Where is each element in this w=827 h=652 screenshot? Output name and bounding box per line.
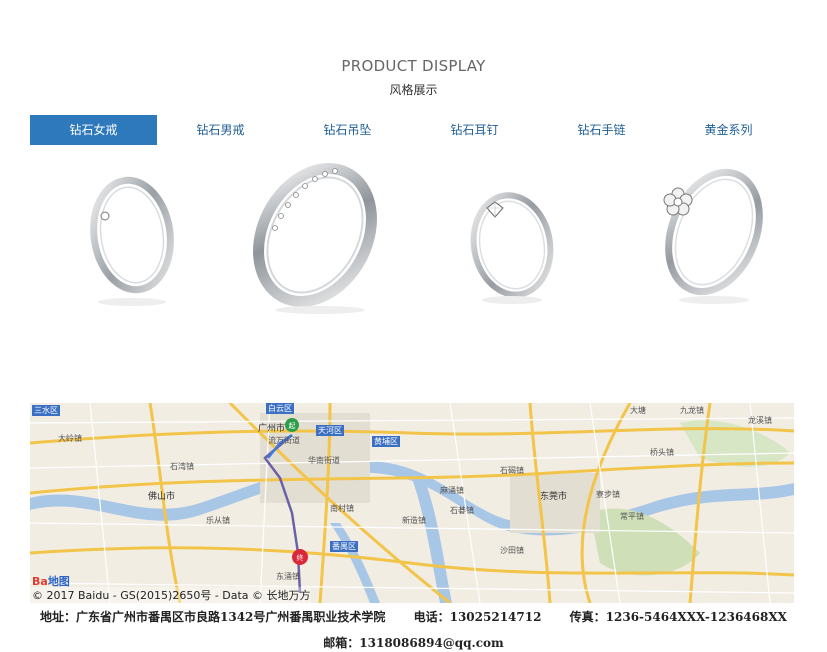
map-label: 沙田镇 bbox=[500, 546, 524, 555]
tab-gold-series[interactable]: 黄金系列 bbox=[665, 115, 792, 145]
product-card[interactable] bbox=[642, 150, 782, 325]
flower-ring-icon bbox=[663, 168, 763, 304]
map-label: 龙溪镇 bbox=[748, 416, 772, 425]
tab-diamond-earring[interactable]: 钻石耳钉 bbox=[411, 115, 538, 145]
address-text: 地址：广东省广州市番禺区市良路1342号广州番禺职业技术学院 bbox=[40, 610, 386, 624]
map-label: 东莞市 bbox=[540, 492, 568, 502]
map-label: 石碁镇 bbox=[450, 506, 474, 515]
product-card[interactable] bbox=[70, 150, 220, 325]
product-card[interactable] bbox=[245, 150, 395, 325]
map-label: 东涌镇 bbox=[276, 572, 300, 581]
map-label: 石湾镇 bbox=[170, 462, 194, 471]
diamond-ring-icon bbox=[90, 176, 174, 306]
product-gallery bbox=[30, 150, 794, 325]
map-label: 佛山市 bbox=[148, 492, 176, 502]
tab-diamond-bracelet[interactable]: 钻石手链 bbox=[538, 115, 665, 145]
map-label: 寮步镇 bbox=[596, 490, 620, 499]
map-label: 新造镇 bbox=[402, 516, 426, 525]
map-label: 乐从镇 bbox=[206, 516, 230, 525]
map-label: 九龙镇 bbox=[680, 406, 704, 415]
pave-band-ring-icon bbox=[253, 163, 377, 314]
svg-text:终: 终 bbox=[297, 553, 304, 562]
category-tabs: 钻石女戒 钻石男戒 钻石吊坠 钻石耳钉 钻石手链 黄金系列 bbox=[30, 115, 794, 145]
map-label: 番禺区 bbox=[330, 541, 358, 552]
map-label: 黄埔区 bbox=[372, 436, 400, 447]
map-label: 华南街道 bbox=[308, 456, 340, 465]
map-roads-layer: 起 终 bbox=[30, 403, 794, 603]
map-label: 三水区 bbox=[32, 405, 60, 416]
tab-diamond-men-ring[interactable]: 钻石男戒 bbox=[157, 115, 284, 145]
contact-info: 地址：广东省广州市番禺区市良路1342号广州番禺职业技术学院 电话：130252… bbox=[0, 608, 827, 625]
solitaire-ring-icon bbox=[470, 192, 554, 304]
map-label: 广州市 bbox=[258, 424, 286, 434]
map-copyright: © 2017 Baidu - GS(2015)2650号 - Data © 长地… bbox=[30, 587, 311, 603]
map-label: 大塘 bbox=[630, 406, 646, 415]
fax-text: 传真：1236-5464XXX-1236468XX bbox=[569, 610, 787, 624]
map-label: 白云区 bbox=[266, 403, 294, 414]
map-label: 天河区 bbox=[316, 425, 344, 436]
tab-diamond-pendant[interactable]: 钻石吊坠 bbox=[284, 115, 411, 145]
section-title-en: PRODUCT DISPLAY bbox=[341, 57, 486, 75]
email-text: 邮箱：1318086894@qq.com bbox=[323, 636, 504, 650]
map-label: 流万街道 bbox=[268, 436, 300, 445]
tab-diamond-women-ring[interactable]: 钻石女戒 bbox=[30, 115, 157, 145]
map-label: 桥头镇 bbox=[650, 448, 674, 457]
map-label: 石碣镇 bbox=[500, 466, 524, 475]
map-label: 常平镇 bbox=[620, 512, 644, 521]
svg-text:起: 起 bbox=[289, 422, 296, 430]
section-title-cn: 风格展示 bbox=[389, 83, 438, 97]
map-label: 大岭镇 bbox=[58, 434, 82, 443]
map-label: 南村镇 bbox=[330, 504, 354, 513]
product-card[interactable] bbox=[450, 150, 580, 325]
phone-text: 电话：13025214712 bbox=[413, 610, 542, 624]
map-label: 麻涌镇 bbox=[440, 486, 464, 495]
location-map[interactable]: 起 终 三水区 白云区 广州市 流万街道 天河区 黄埔区 大塘 九龙镇 龙溪镇 … bbox=[30, 403, 794, 603]
